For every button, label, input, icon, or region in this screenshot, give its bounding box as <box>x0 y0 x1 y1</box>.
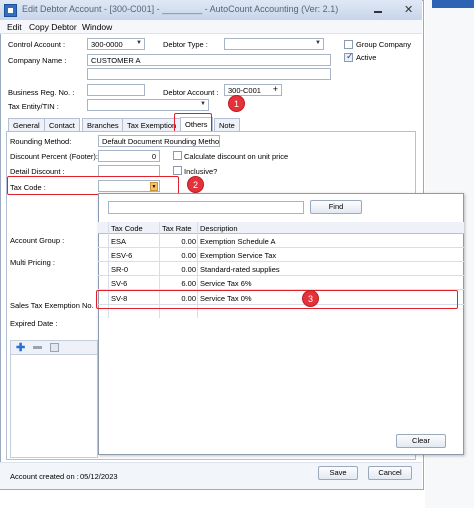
calc-discount-label: Calculate discount on unit price <box>184 152 289 161</box>
find-button[interactable]: Find <box>310 200 362 214</box>
rounding-method-label: Rounding Method: <box>10 137 72 146</box>
debtor-type-dropdown[interactable]: ▼ <box>224 38 324 50</box>
background-window-edge <box>432 0 474 8</box>
calc-discount-checkbox[interactable] <box>173 151 182 160</box>
debtor-account-label: Debtor Account : <box>163 88 219 97</box>
inclusive-label: Inclusive? <box>184 167 218 176</box>
company-name-input[interactable]: CUSTOMER A <box>87 54 331 66</box>
business-reg-label: Business Reg. No. : <box>8 88 75 97</box>
description-cell: Service Tax 6% <box>200 279 252 288</box>
account-group-label: Account Group : <box>10 236 65 245</box>
menu-window[interactable]: Window <box>82 22 112 32</box>
menu-copy-debtor[interactable]: Copy Debtor <box>29 22 77 32</box>
chevron-down-icon: ▼ <box>315 40 321 46</box>
rounding-method-dropdown[interactable]: Default Document Rounding Metho <box>98 135 220 147</box>
tab-contact[interactable]: Contact <box>44 118 80 131</box>
close-icon[interactable]: ✕ <box>404 3 413 16</box>
annotation-badge-3: 3 <box>302 290 319 307</box>
tax-code-cell: SR-0 <box>111 265 129 274</box>
annotation-badge-1: 1 <box>228 95 245 112</box>
table-row[interactable]: ESV-6 0.00 Exemption Service Tax <box>98 248 464 261</box>
grid-header <box>98 222 464 234</box>
tab-tax-exemption[interactable]: Tax Exemption <box>122 118 182 131</box>
group-company-checkbox[interactable] <box>344 40 353 49</box>
lookup-search-input[interactable] <box>108 201 304 214</box>
tax-code-cell: ESV-6 <box>111 251 133 260</box>
multi-pricing-label: Multi Pricing : <box>10 258 56 267</box>
table-row[interactable]: SR-0 0.00 Standard-rated supplies <box>98 262 464 275</box>
table-row[interactable]: ESA 0.00 Exemption Schedule A <box>98 234 464 247</box>
group-company-label: Group Company <box>356 40 412 49</box>
company-name-label: Company Name : <box>8 56 67 65</box>
tax-rate-cell: 0.00 <box>181 265 196 274</box>
discount-percent-label: Discount Percent (Footer): <box>10 152 98 161</box>
window-title: Edit Debtor Account - [300-C001] - _____… <box>22 4 339 14</box>
discount-percent-input[interactable]: 0 <box>98 150 160 162</box>
description-cell: Exemption Service Tax <box>200 251 277 260</box>
minimize-icon[interactable] <box>374 11 382 13</box>
control-account-value: 300-0000 <box>91 40 123 49</box>
business-reg-input[interactable] <box>87 84 145 96</box>
tax-rate-cell: 0.00 <box>181 237 196 246</box>
chevron-down-icon: ▼ <box>136 40 142 46</box>
account-created-value: 05/12/2023 <box>80 472 118 481</box>
debtor-account-value: 300-C001 <box>228 86 261 95</box>
account-created-label: Account created on : <box>10 472 79 481</box>
tab-branches[interactable]: Branches <box>82 118 124 131</box>
expired-date-label: Expired Date : <box>10 319 58 328</box>
inclusive-checkbox[interactable] <box>173 166 182 175</box>
save-button[interactable]: Save <box>318 466 358 480</box>
active-checkbox[interactable] <box>344 51 354 62</box>
tax-code-cell: ESA <box>111 237 127 246</box>
tab-general[interactable]: General <box>8 118 45 131</box>
company-name-line2-input[interactable] <box>87 68 331 80</box>
detail-discount-label: Detail Discount : <box>10 167 65 176</box>
remove-icon[interactable] <box>33 346 42 349</box>
tax-entity-dropdown[interactable]: ▼ <box>87 99 209 111</box>
control-account-label: Control Account : <box>8 40 66 49</box>
tax-code-cell: SV-6 <box>111 279 128 288</box>
control-account-dropdown[interactable]: 300-0000 ▼ <box>87 38 145 50</box>
clear-button[interactable]: Clear <box>396 434 446 448</box>
description-cell: Standard-rated supplies <box>200 265 280 274</box>
rounding-method-value: Default Document Rounding Metho <box>102 137 220 146</box>
attachment-panel <box>10 340 98 458</box>
tax-entity-label: Tax Entity/TIN : <box>8 102 59 111</box>
add-icon[interactable]: ✚ <box>16 341 25 354</box>
annotation-badge-2: 2 <box>187 176 204 193</box>
annotation-box-3 <box>96 290 458 309</box>
edit-icon[interactable] <box>50 343 59 352</box>
tax-rate-cell: 6.00 <box>181 279 196 288</box>
column-header-tax-rate[interactable]: Tax Rate <box>162 224 192 233</box>
sales-tax-exemption-label: Sales Tax Exemption No. : <box>10 301 98 310</box>
column-header-description[interactable]: Description <box>200 224 238 233</box>
cancel-button[interactable]: Cancel <box>368 466 412 480</box>
app-icon <box>4 4 17 17</box>
column-header-tax-code[interactable]: Tax Code <box>111 224 143 233</box>
plus-icon[interactable]: + <box>273 85 278 94</box>
active-label: Active <box>356 53 377 62</box>
chevron-down-icon: ▼ <box>200 101 206 107</box>
menu-edit[interactable]: Edit <box>7 22 22 32</box>
tax-rate-cell: 0.00 <box>181 251 196 260</box>
tab-note[interactable]: Note <box>214 118 240 131</box>
description-cell: Exemption Schedule A <box>200 237 276 246</box>
debtor-account-input[interactable]: 300-C001 + <box>224 84 282 96</box>
table-row[interactable]: SV-6 6.00 Service Tax 6% <box>98 276 464 289</box>
debtor-type-label: Debtor Type : <box>163 40 208 49</box>
